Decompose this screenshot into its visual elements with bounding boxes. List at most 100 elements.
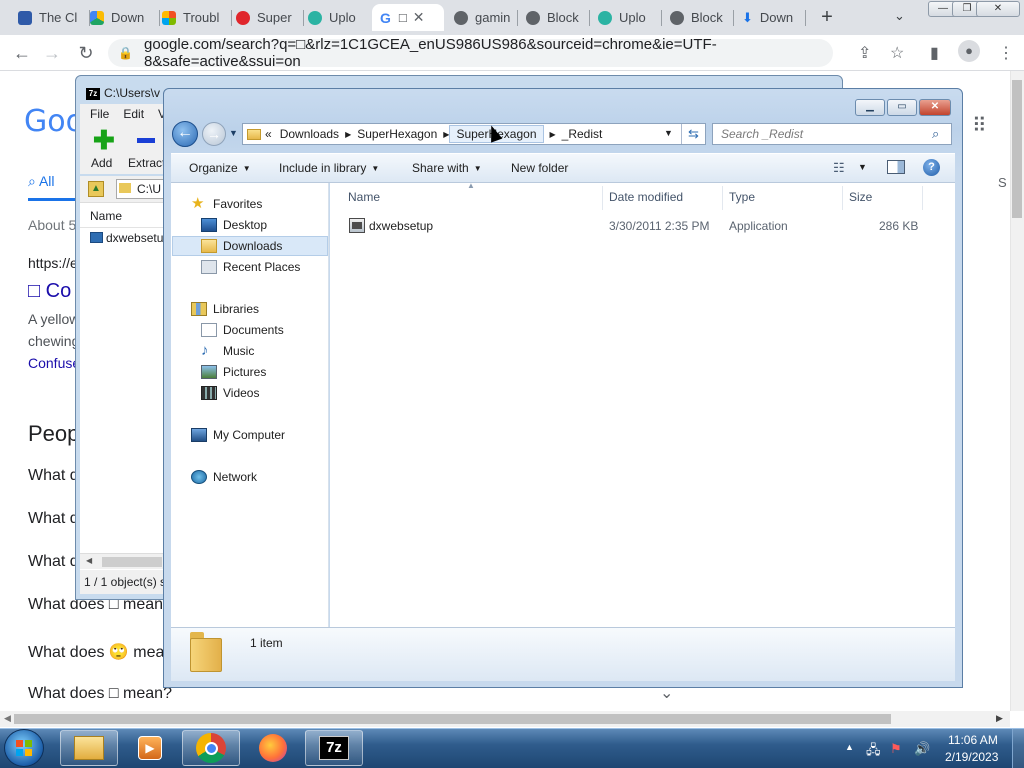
question-item[interactable]: What d: [28, 510, 79, 528]
browser-tab[interactable]: Super: [228, 4, 304, 31]
list-item[interactable]: dxwebsetu: [90, 231, 163, 245]
search-tab-all[interactable]: ⌕ All: [28, 173, 55, 190]
taskbar-media-player[interactable]: ▶: [121, 730, 179, 766]
nav-network[interactable]: Network: [191, 467, 257, 486]
include-in-library-button[interactable]: Include in library ▼: [279, 161, 379, 175]
overflow-chevron-icon[interactable]: «: [265, 127, 272, 141]
browser-tab[interactable]: Uplo: [300, 4, 372, 31]
maximize-button[interactable]: ▭: [887, 99, 917, 116]
new-folder-button[interactable]: New folder: [511, 161, 568, 175]
taskbar-explorer[interactable]: [60, 730, 118, 766]
result-url[interactable]: https://e: [28, 255, 78, 271]
nav-recent-places[interactable]: Recent Places: [201, 257, 300, 276]
menu-kebab-icon[interactable]: ⋮: [998, 43, 1014, 63]
view-dropdown-icon[interactable]: ▼: [858, 162, 867, 172]
menu-file[interactable]: File: [90, 107, 109, 121]
nav-favorites[interactable]: ★ Favorites: [191, 194, 262, 213]
file-name[interactable]: dxwebsetup: [369, 219, 433, 233]
start-button[interactable]: [4, 729, 44, 767]
add-button-label[interactable]: Add: [91, 156, 112, 170]
nav-desktop[interactable]: Desktop: [201, 215, 267, 234]
scroll-thumb[interactable]: [102, 557, 162, 567]
taskbar-firefox[interactable]: [244, 730, 302, 766]
new-tab-button[interactable]: +: [815, 6, 839, 30]
folder-up-icon[interactable]: ▲: [88, 181, 104, 197]
close-window-button[interactable]: ✕: [976, 1, 1020, 17]
address-dropdown-icon[interactable]: ▼: [664, 128, 673, 138]
search-icon[interactable]: ⌕: [932, 126, 939, 142]
close-tab-icon[interactable]: ✕: [413, 9, 425, 26]
action-center-flag-icon[interactable]: ⚑: [890, 741, 902, 757]
preview-pane-icon[interactable]: [887, 160, 905, 174]
taskbar-chrome[interactable]: [182, 730, 240, 766]
nav-videos[interactable]: Videos: [201, 383, 259, 402]
file-list-pane[interactable]: [330, 183, 955, 627]
column-divider[interactable]: [842, 186, 843, 210]
breadcrumb-redist[interactable]: _Redist: [556, 127, 609, 141]
question-item[interactable]: What does □ mean?: [28, 685, 172, 703]
help-icon[interactable]: ?: [923, 159, 940, 176]
search-input[interactable]: Search _Redist: [712, 123, 952, 145]
back-arrow-icon[interactable]: ←: [172, 121, 198, 147]
nav-pictures[interactable]: Pictures: [201, 362, 266, 381]
result-sublink[interactable]: Confuse: [28, 355, 80, 371]
7zip-hscrollbar[interactable]: ◀: [80, 553, 165, 569]
volume-icon[interactable]: 🔊: [914, 741, 930, 757]
scroll-left-icon[interactable]: ◀: [86, 556, 92, 565]
browser-tab[interactable]: gamin: [446, 4, 518, 31]
add-plus-icon[interactable]: ✚: [93, 127, 115, 153]
browser-tab[interactable]: Block: [518, 4, 590, 31]
breadcrumb-downloads[interactable]: Downloads: [274, 127, 345, 141]
forward-arrow-icon[interactable]: →: [40, 41, 64, 65]
share-with-button[interactable]: Share with ▼: [412, 161, 482, 175]
minimize-button[interactable]: ▁: [855, 99, 885, 116]
extract-minus-icon[interactable]: [137, 138, 155, 143]
menu-edit[interactable]: Edit: [123, 107, 144, 121]
column-divider[interactable]: [922, 186, 923, 210]
breadcrumb[interactable]: « Downloads ▶ SuperHexagon ▶ SuperHexago…: [242, 123, 706, 145]
vertical-scroll-thumb[interactable]: [1012, 80, 1022, 218]
column-header-size[interactable]: Size: [849, 190, 872, 204]
column-header-type[interactable]: Type: [729, 190, 755, 204]
nav-libraries[interactable]: Libraries: [191, 299, 259, 318]
browser-tab[interactable]: Uplo: [590, 4, 662, 31]
refresh-icon[interactable]: ⇆: [681, 124, 705, 144]
forward-arrow-icon[interactable]: →: [202, 122, 226, 146]
browser-tab[interactable]: Block: [662, 4, 734, 31]
close-button[interactable]: ✕: [919, 99, 951, 116]
column-divider[interactable]: [602, 186, 603, 210]
network-tray-icon[interactable]: 🖧: [866, 741, 881, 763]
tab-search-chevron-icon[interactable]: ⌄: [894, 8, 905, 24]
column-header-name[interactable]: Name: [90, 209, 122, 223]
question-item[interactable]: What d: [28, 553, 79, 571]
result-title-link[interactable]: □ Co: [28, 280, 71, 303]
column-header-date[interactable]: Date modified: [609, 190, 683, 204]
browser-tab[interactable]: Down: [82, 4, 160, 31]
reload-icon[interactable]: ↻: [74, 41, 98, 65]
scroll-left-icon[interactable]: ◀: [4, 713, 11, 724]
browser-tab[interactable]: The Cl: [10, 4, 90, 31]
share-icon[interactable]: ⇪: [858, 43, 871, 63]
show-desktop-button[interactable]: [1012, 729, 1024, 768]
browser-tab[interactable]: Troubl: [154, 4, 232, 31]
question-item[interactable]: What d: [28, 467, 79, 485]
clock-date[interactable]: 2/19/2023: [945, 750, 998, 764]
address-bar[interactable]: 🔒 google.com/search?q=□&rlz=1C1GCEA_enUS…: [108, 36, 833, 70]
nav-documents[interactable]: Documents: [201, 320, 284, 339]
column-divider[interactable]: [722, 186, 723, 210]
nav-downloads[interactable]: Downloads: [201, 236, 282, 255]
browser-tab-active[interactable]: G □ ✕: [372, 4, 444, 31]
recent-pages-dropdown-icon[interactable]: ▼: [229, 128, 238, 138]
browser-tab[interactable]: ⬇ Down: [734, 4, 806, 31]
breadcrumb-superhexagon[interactable]: SuperHexagon: [351, 127, 443, 141]
change-view-icon[interactable]: ☷: [833, 160, 845, 176]
search-tools-letter[interactable]: S: [998, 175, 1007, 190]
scroll-right-icon[interactable]: ▶: [996, 713, 1003, 724]
column-header-name[interactable]: Name: [348, 190, 380, 204]
apps-grid-icon[interactable]: ⠿: [972, 113, 987, 138]
nav-my-computer[interactable]: My Computer: [191, 425, 285, 444]
back-arrow-icon[interactable]: ←: [10, 41, 34, 65]
horizontal-scroll-thumb[interactable]: [14, 714, 891, 724]
bookmark-star-icon[interactable]: ☆: [890, 43, 904, 63]
profile-avatar-icon[interactable]: ●: [958, 40, 980, 62]
